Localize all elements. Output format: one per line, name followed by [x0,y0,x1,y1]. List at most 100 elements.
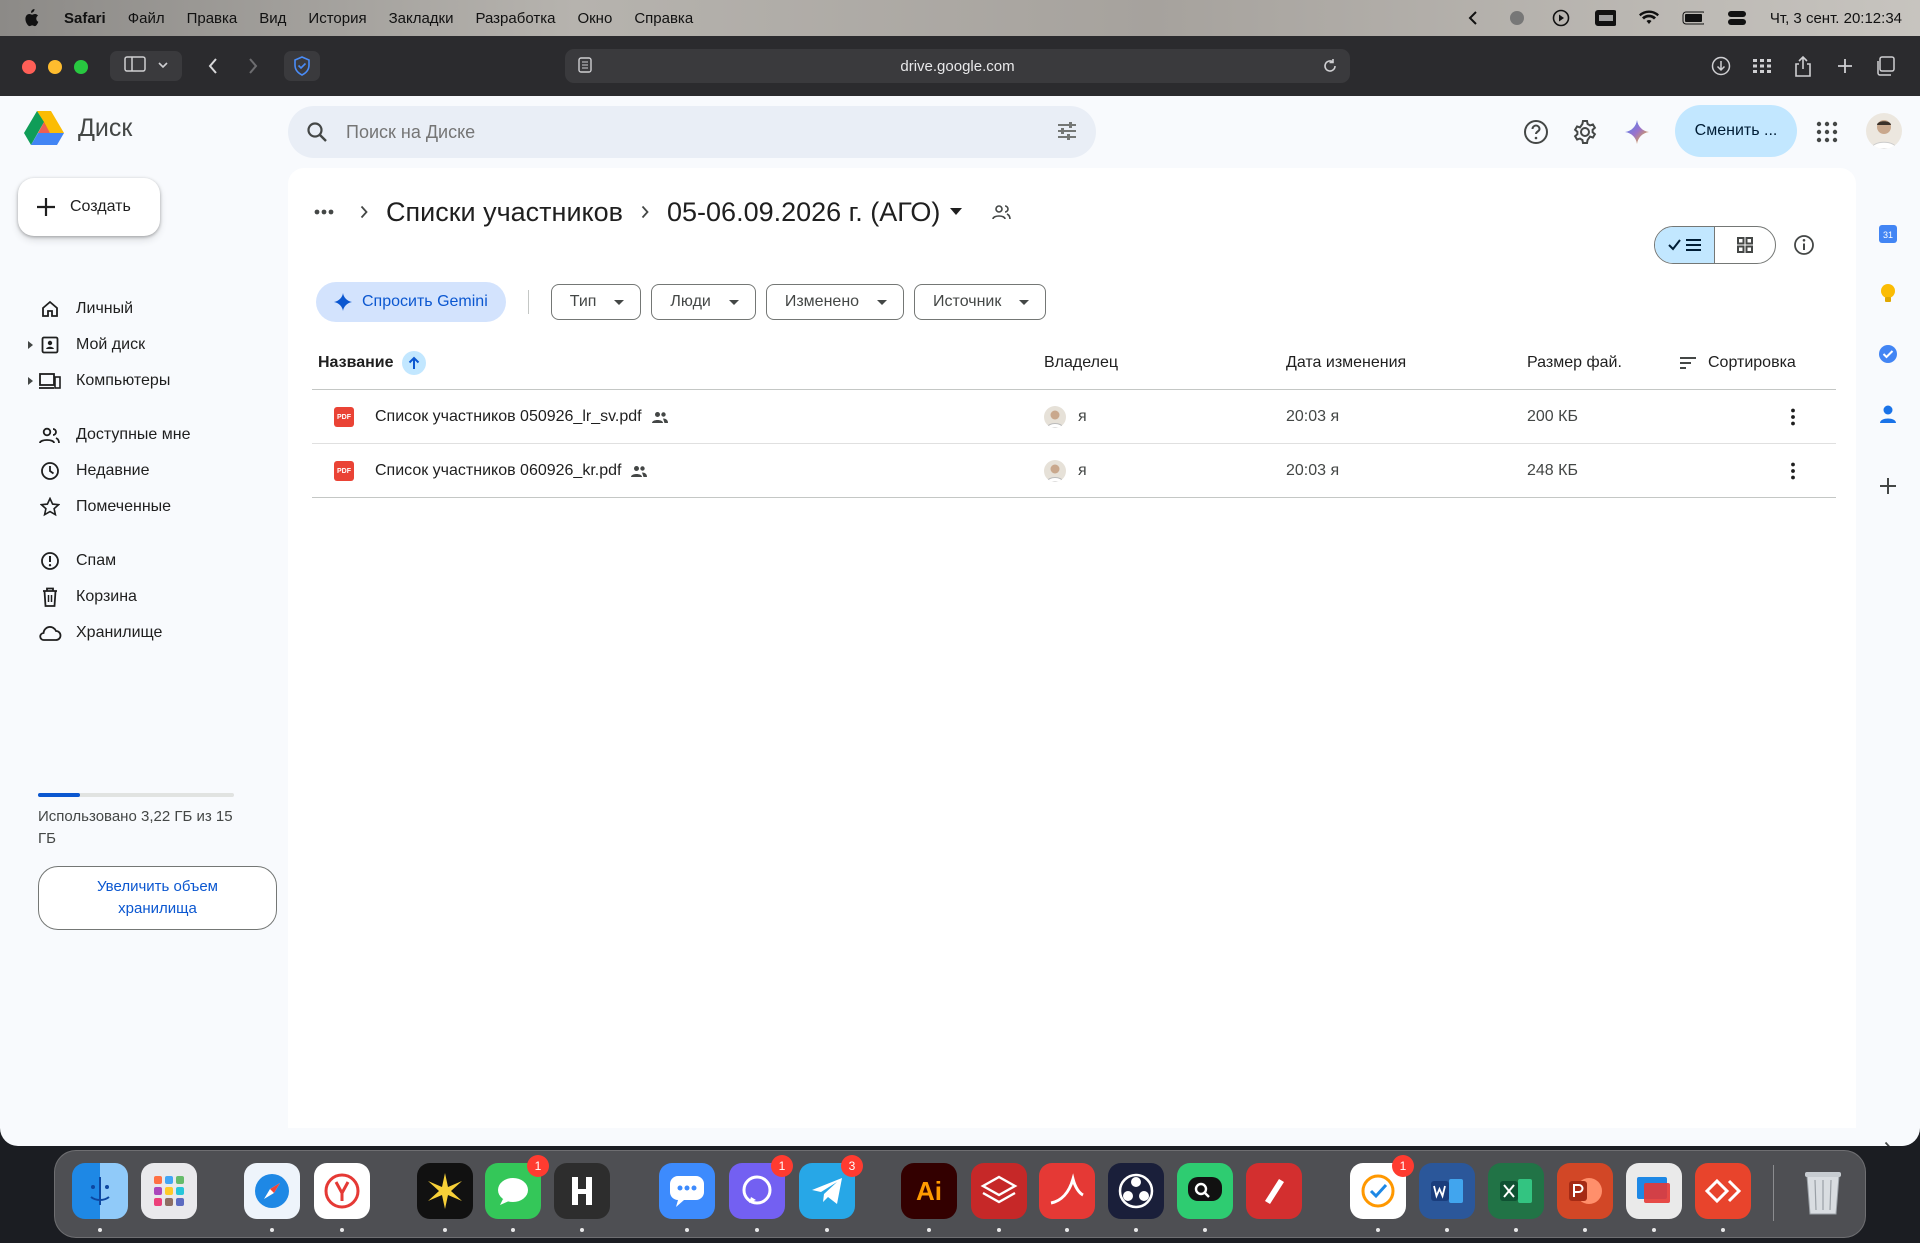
remote-desktop-icon[interactable] [1626,1163,1682,1219]
column-header-size[interactable]: Размер фай. [1527,336,1622,390]
h-app-icon[interactable] [554,1163,610,1219]
forward-button[interactable] [238,51,268,81]
safari-icon[interactable] [244,1163,300,1219]
more-horizontal-icon[interactable] [306,194,342,230]
info-icon[interactable] [1784,225,1824,265]
keep-icon[interactable] [1876,282,1900,306]
minimize-window-button[interactable] [48,60,62,74]
sidebar-item-trash[interactable]: Корзина [24,580,288,614]
file-name[interactable]: Список участников 060926_kr.pdf [375,444,648,498]
contacts-icon[interactable] [1876,402,1900,426]
wifi-icon[interactable] [1638,9,1660,27]
chat-bubble-app-icon[interactable] [659,1163,715,1219]
gemini-sparkle-icon[interactable] [1617,112,1657,152]
keyboard-layout-icon[interactable] [1594,9,1616,27]
grid-view-button[interactable] [1715,227,1775,263]
filter-chip-people[interactable]: Люди [651,284,756,320]
control-center-icon[interactable] [1726,9,1748,27]
shared-folder-icon[interactable] [992,204,1012,220]
play-icon[interactable] [1550,9,1572,27]
zoom-window-button[interactable] [74,60,88,74]
menubar-item-view[interactable]: Вид [259,10,286,27]
viber-icon[interactable]: 1 [729,1155,793,1219]
sort-options-button[interactable]: Сортировка [1680,336,1796,390]
drive-logo[interactable]: Диск [24,110,132,146]
finder-icon[interactable] [72,1163,128,1219]
ask-gemini-chip[interactable]: Спросить Gemini [316,282,506,322]
privacy-shield-icon[interactable] [284,51,320,81]
reader-icon[interactable] [577,57,593,79]
sparkle-app-icon[interactable] [417,1163,473,1219]
account-avatar[interactable] [1866,113,1902,149]
filter-chip-source[interactable]: Источник [914,284,1047,320]
table-row[interactable]: PDF Список участников 060926_kr.pdf я 20… [312,444,1836,498]
telegram-icon[interactable]: 3 [799,1155,863,1219]
menubar-app-name[interactable]: Safari [64,10,106,27]
more-vertical-icon[interactable] [1790,444,1796,498]
microsoft-excel-icon[interactable] [1488,1163,1544,1219]
collapse-panel-chevron-icon[interactable] [1876,1136,1900,1146]
breadcrumb-parent-folder[interactable]: Списки участников [386,197,623,228]
adobe-illustrator-icon[interactable]: Ai [901,1163,957,1219]
sidebar-item-starred[interactable]: Помеченные [24,490,288,524]
sidebar-item-my-drive[interactable]: Мой диск [24,328,288,362]
menubar-item-bookmarks[interactable]: Закладки [389,10,454,27]
sort-ascending-arrow-icon[interactable] [401,351,426,375]
menubar-item-window[interactable]: Окно [577,10,612,27]
pdf-app-icon[interactable] [1039,1163,1095,1219]
reminders-icon[interactable]: 1 [1350,1155,1414,1219]
sidebar-item-shared-with-me[interactable]: Доступные мне [24,418,288,452]
downloads-icon[interactable] [1706,51,1736,81]
tasks-icon[interactable] [1876,342,1900,366]
list-view-button[interactable] [1655,227,1715,263]
create-button[interactable]: Создать [18,178,160,236]
microsoft-powerpoint-icon[interactable] [1557,1163,1613,1219]
folder-menu-dropdown-icon[interactable] [950,208,963,216]
apple-icon[interactable] [22,9,40,27]
expand-caret-icon[interactable] [28,341,33,349]
add-addon-plus-icon[interactable] [1876,474,1900,498]
switch-account-button[interactable]: Сменить ... [1675,105,1797,157]
calendar-icon[interactable]: 31 [1876,222,1900,246]
back-button[interactable] [198,51,228,81]
share-icon[interactable] [1788,51,1818,81]
file-name[interactable]: Список участников 050926_lr_sv.pdf [375,390,668,444]
tab-overview-grid-icon[interactable] [1747,51,1777,81]
search-input[interactable] [346,121,986,143]
chat-search-app-icon[interactable] [1177,1163,1233,1219]
trash-bin-icon[interactable] [1795,1163,1851,1219]
sidebar-item-spam[interactable]: Спам [24,544,288,578]
sidebar-item-recent[interactable]: Недавние [24,454,288,488]
column-header-modified[interactable]: Дата изменения [1286,336,1406,390]
table-row[interactable]: PDF Список участников 050926_lr_sv.pdf я… [312,390,1836,444]
expand-caret-icon[interactable] [28,377,33,385]
column-header-owner[interactable]: Владелец [1044,336,1118,390]
sidebar-item-personal[interactable]: Личный [24,292,288,326]
menubar-clock[interactable]: Чт, 3 сент. 20:12:34 [1770,10,1902,27]
address-bar[interactable]: drive.google.com [565,49,1350,83]
search-icon[interactable] [306,121,328,143]
reload-icon[interactable] [1322,57,1338,79]
tabs-icon[interactable] [1870,51,1900,81]
sidebar-toggle-button[interactable] [110,51,182,81]
obs-icon[interactable] [1108,1163,1164,1219]
url-text[interactable]: drive.google.com [900,58,1014,75]
upgrade-storage-button[interactable]: Увеличить объем хранилища [38,866,277,930]
battery-icon[interactable] [1682,9,1704,27]
more-vertical-icon[interactable] [1790,390,1796,444]
launchpad-icon[interactable] [141,1163,197,1219]
menubar-item-help[interactable]: Справка [634,10,693,27]
filter-chip-type[interactable]: Тип [550,284,642,320]
menubar-item-history[interactable]: История [308,10,366,27]
messages-icon[interactable]: 1 [485,1155,549,1219]
status-circle-icon[interactable] [1506,9,1528,27]
search-options-icon[interactable] [1056,120,1078,142]
new-tab-icon[interactable] [1830,51,1860,81]
google-apps-icon[interactable] [1807,112,1847,152]
pencil-app-icon[interactable] [1246,1163,1302,1219]
help-icon[interactable] [1516,112,1556,152]
layers-app-icon[interactable] [971,1163,1027,1219]
menubar-item-file[interactable]: Файл [128,10,165,27]
anydesk-icon[interactable] [1695,1163,1751,1219]
breadcrumb-current-folder[interactable]: 05-06.09.2026 г. (АГО) [667,197,940,228]
